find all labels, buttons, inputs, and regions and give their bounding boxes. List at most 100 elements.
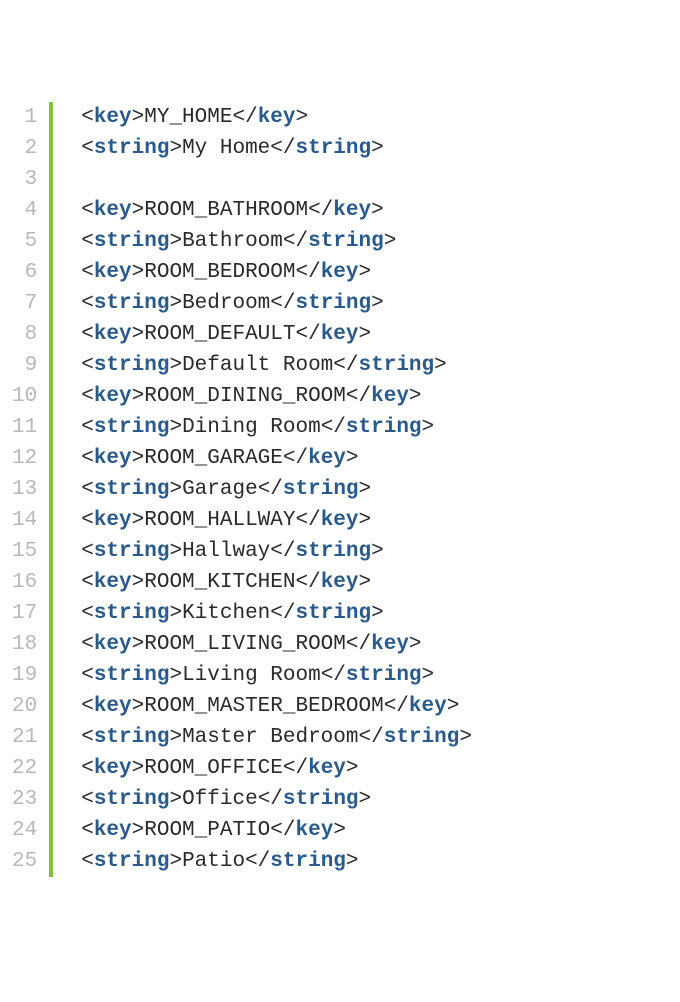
code-line: <string>Dining Room</string> xyxy=(81,412,472,443)
tag-name: key xyxy=(321,261,359,284)
tag-value: ROOM_LIVING_ROOM xyxy=(144,633,346,656)
bracket: </ xyxy=(258,788,283,811)
tag-name: string xyxy=(359,354,435,377)
line-number-gutter: 1234567891011121314151617181920212223242… xyxy=(0,102,49,877)
code-line: <key>ROOM_OFFICE</key> xyxy=(81,753,472,784)
bracket: > xyxy=(409,385,422,408)
bracket: > xyxy=(132,509,145,532)
tag-name: string xyxy=(296,292,372,315)
bracket: > xyxy=(422,416,435,439)
bracket: > xyxy=(132,819,145,842)
bracket: > xyxy=(169,540,182,563)
line-number: 19 xyxy=(12,660,37,691)
line-number: 23 xyxy=(12,784,37,815)
bracket: > xyxy=(169,478,182,501)
bracket: > xyxy=(346,757,359,780)
code-line: <string>Hallway</string> xyxy=(81,536,472,567)
bracket: < xyxy=(81,602,94,625)
bracket: < xyxy=(81,788,94,811)
bracket: < xyxy=(81,137,94,160)
code-line: <string>Kitchen</string> xyxy=(81,598,472,629)
tag-name: key xyxy=(94,819,132,842)
bracket: </ xyxy=(295,571,320,594)
tag-name: key xyxy=(371,633,409,656)
tag-value: ROOM_PATIO xyxy=(144,819,270,842)
code-line: <key>ROOM_PATIO</key> xyxy=(81,815,472,846)
bracket: < xyxy=(81,478,94,501)
bracket: </ xyxy=(258,478,283,501)
bracket: > xyxy=(359,323,372,346)
tag-value: Garage xyxy=(182,478,258,501)
bracket: > xyxy=(434,354,447,377)
bracket: > xyxy=(371,292,384,315)
line-number: 15 xyxy=(12,536,37,567)
bracket: </ xyxy=(295,261,320,284)
bracket: </ xyxy=(283,447,308,470)
line-number: 24 xyxy=(12,815,37,846)
code-line: <string>My Home</string> xyxy=(81,133,472,164)
tag-value: Bedroom xyxy=(182,292,270,315)
bracket: > xyxy=(359,509,372,532)
tag-name: string xyxy=(94,230,170,253)
tag-value: ROOM_DINING_ROOM xyxy=(144,385,346,408)
bracket: < xyxy=(81,726,94,749)
bracket: < xyxy=(81,757,94,780)
tag-name: string xyxy=(94,664,170,687)
tag-name: string xyxy=(94,292,170,315)
bracket: > xyxy=(132,323,145,346)
tag-name: key xyxy=(321,509,359,532)
line-number: 3 xyxy=(25,164,38,195)
bracket: > xyxy=(169,788,182,811)
tag-name: key xyxy=(296,819,334,842)
bracket: < xyxy=(81,664,94,687)
tag-value: ROOM_MASTER_BEDROOM xyxy=(144,695,383,718)
bracket: < xyxy=(81,199,94,222)
bracket: > xyxy=(169,137,182,160)
tag-name: key xyxy=(308,447,346,470)
line-number: 2 xyxy=(25,133,38,164)
bracket: </ xyxy=(346,385,371,408)
tag-name: string xyxy=(94,137,170,160)
bracket: < xyxy=(81,819,94,842)
tag-value: Kitchen xyxy=(182,602,270,625)
bracket: < xyxy=(81,354,94,377)
bracket: > xyxy=(371,199,384,222)
tag-name: string xyxy=(346,416,422,439)
line-number: 6 xyxy=(25,257,38,288)
bracket: < xyxy=(81,385,94,408)
code-line: <key>ROOM_HALLWAY</key> xyxy=(81,505,472,536)
line-number: 18 xyxy=(12,629,37,660)
tag-name: string xyxy=(94,478,170,501)
bracket: > xyxy=(169,602,182,625)
bracket: > xyxy=(384,230,397,253)
bracket: < xyxy=(81,633,94,656)
line-number: 7 xyxy=(25,288,38,319)
bracket: < xyxy=(81,261,94,284)
line-number: 8 xyxy=(25,319,38,350)
tag-name: key xyxy=(258,106,296,129)
tag-name: key xyxy=(94,695,132,718)
bracket: < xyxy=(81,106,94,129)
bracket: > xyxy=(169,664,182,687)
tag-name: string xyxy=(283,478,359,501)
line-number: 1 xyxy=(25,102,38,133)
tag-name: string xyxy=(296,540,372,563)
tag-name: key xyxy=(94,633,132,656)
bracket: </ xyxy=(232,106,257,129)
bracket: > xyxy=(132,695,145,718)
bracket: > xyxy=(132,757,145,780)
tag-value: Default Room xyxy=(182,354,333,377)
tag-name: string xyxy=(94,416,170,439)
tag-name: key xyxy=(94,509,132,532)
line-number: 25 xyxy=(12,846,37,877)
tag-value: ROOM_DEFAULT xyxy=(144,323,295,346)
tag-name: key xyxy=(409,695,447,718)
bracket: > xyxy=(132,199,145,222)
tag-value: Living Room xyxy=(182,664,321,687)
tag-name: key xyxy=(333,199,371,222)
bracket: </ xyxy=(321,416,346,439)
bracket: > xyxy=(409,633,422,656)
bracket: > xyxy=(169,354,182,377)
bracket: > xyxy=(169,292,182,315)
bracket: < xyxy=(81,850,94,873)
